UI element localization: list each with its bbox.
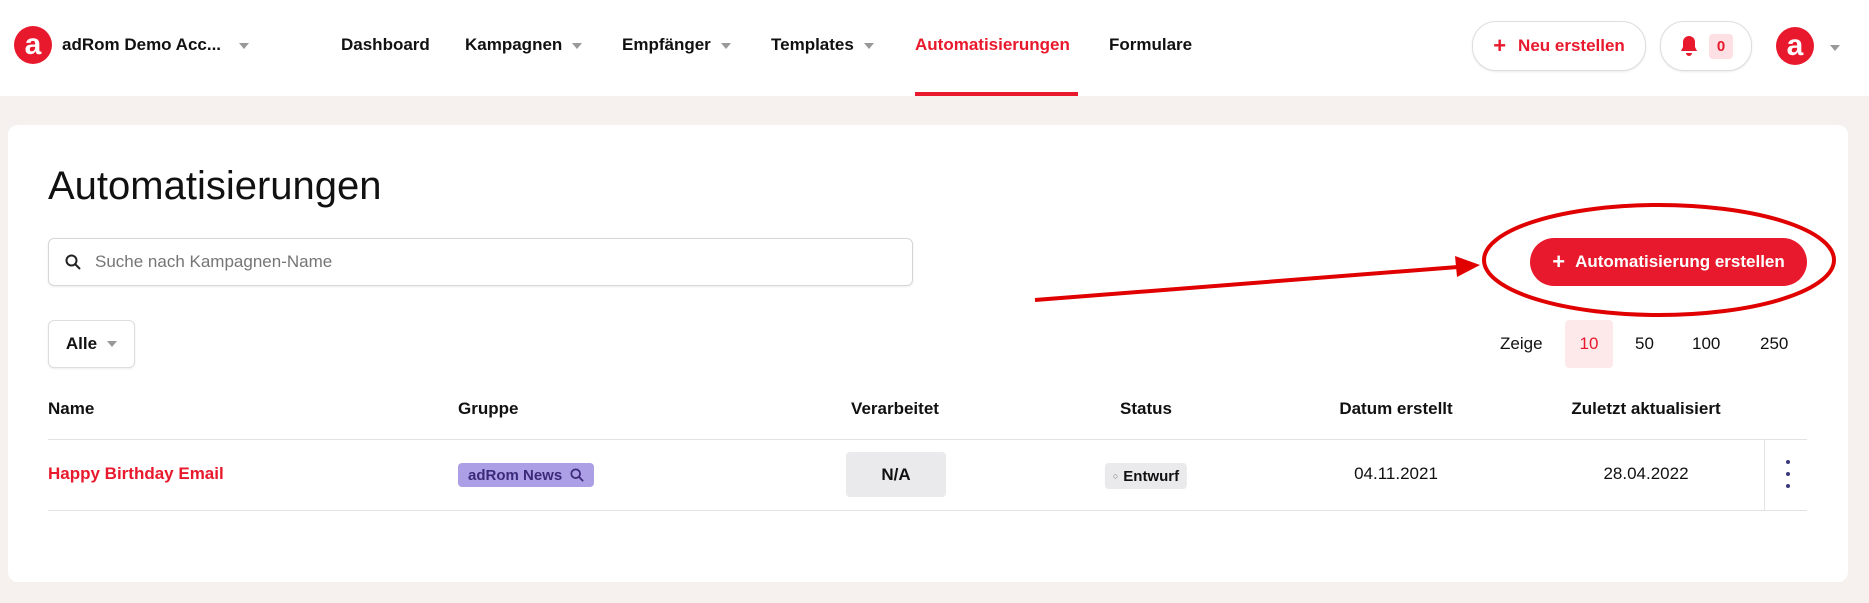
nav-dashboard[interactable]: Dashboard	[341, 35, 430, 55]
new-create-button[interactable]: + Neu erstellen	[1472, 21, 1646, 71]
col-zuletzt-aktualisiert[interactable]: Zuletzt aktualisiert	[1571, 399, 1720, 419]
nav-label: Empfänger	[622, 35, 711, 54]
kebab-dot	[1786, 472, 1790, 476]
filter-value: Alle	[65, 334, 98, 353]
nav-templates[interactable]: Templates	[771, 35, 874, 55]
search-icon	[65, 254, 81, 270]
nav-formulare[interactable]: Formulare	[1109, 35, 1192, 55]
kebab-dot	[1786, 460, 1790, 464]
status-dot-icon: ○	[1112, 471, 1119, 481]
user-avatar[interactable]: a	[1776, 27, 1814, 65]
notification-count: 0	[1708, 33, 1734, 59]
col-verarbeitet[interactable]: Verarbeitet	[851, 399, 939, 419]
group-label: adRom News	[468, 466, 563, 484]
processed-value: N/A	[846, 452, 946, 497]
divider	[48, 439, 1807, 440]
create-automation-button[interactable]: + Automatisierung erstellen	[1530, 238, 1807, 286]
page-size-250[interactable]: 250	[1760, 334, 1788, 354]
automation-name-link[interactable]: Happy Birthday Email	[48, 464, 224, 484]
chevron-down-icon	[107, 341, 118, 347]
account-switcher[interactable]: adRom Demo Acc...	[62, 35, 250, 55]
chevron-down-icon	[720, 42, 731, 49]
button-label: Neu erstellen	[1518, 36, 1625, 55]
logo[interactable]: a	[14, 26, 52, 64]
chevron-down-icon	[572, 42, 583, 49]
button-label: Automatisierung erstellen	[1575, 252, 1785, 271]
chevron-down-icon	[863, 42, 874, 49]
page-title: Automatisierungen	[48, 164, 382, 208]
plus-icon: +	[1493, 33, 1507, 58]
page-size-10[interactable]: 10	[1565, 320, 1613, 368]
nav-label: Templates	[771, 35, 854, 54]
col-status[interactable]: Status	[1120, 399, 1172, 419]
status-label: Entwurf	[1123, 467, 1180, 485]
nav-empfaenger[interactable]: Empfänger	[622, 35, 731, 55]
chevron-down-icon[interactable]	[1830, 45, 1840, 51]
page-size-label: Zeige	[1500, 334, 1543, 353]
active-tab-indicator	[915, 92, 1078, 96]
search-field[interactable]	[48, 238, 913, 286]
page-size-100[interactable]: 100	[1692, 334, 1720, 354]
updated-date: 28.04.2022	[1603, 464, 1689, 483]
col-name[interactable]: Name	[48, 399, 94, 419]
divider	[48, 510, 1807, 511]
nav-label: Kampagnen	[465, 35, 563, 54]
plus-icon: +	[1552, 249, 1566, 274]
nav-kampagnen[interactable]: Kampagnen	[465, 35, 583, 55]
kebab-dot	[1786, 484, 1790, 488]
top-nav: a adRom Demo Acc... Dashboard Kampagnen …	[0, 0, 1869, 96]
notifications-button[interactable]: 0	[1660, 21, 1752, 71]
col-datum-erstellt[interactable]: Datum erstellt	[1339, 399, 1452, 419]
nav-automatisierungen[interactable]: Automatisierungen	[915, 35, 1070, 55]
divider	[1764, 440, 1765, 510]
status-badge: ○ Entwurf	[1104, 463, 1188, 489]
bell-icon	[1680, 36, 1697, 56]
page-size-50[interactable]: 50	[1635, 334, 1654, 354]
group-badge[interactable]: adRom News	[458, 463, 595, 487]
filter-dropdown[interactable]: Alle	[48, 320, 135, 368]
account-name: adRom Demo Acc...	[62, 35, 222, 54]
search-input[interactable]	[95, 252, 855, 272]
created-date: 04.11.2021	[1354, 464, 1438, 483]
chevron-down-icon	[239, 42, 250, 49]
row-actions-menu[interactable]	[1780, 460, 1796, 488]
col-gruppe[interactable]: Gruppe	[458, 399, 518, 419]
search-icon	[570, 468, 584, 482]
